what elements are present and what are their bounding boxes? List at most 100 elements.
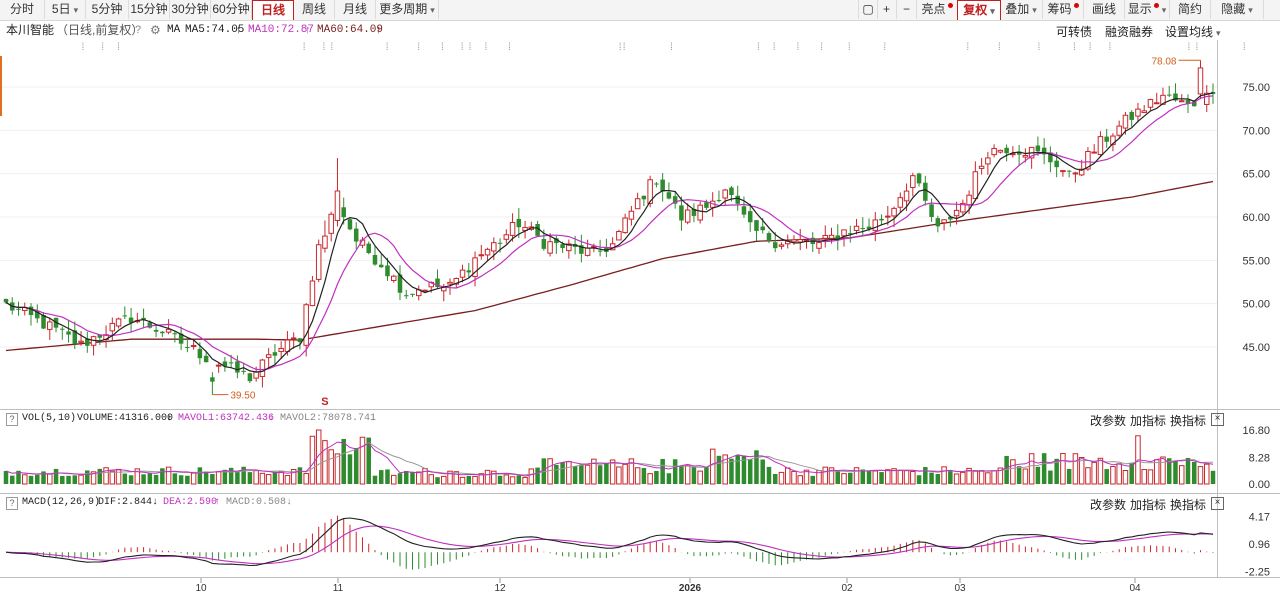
- candle-body: [303, 304, 309, 346]
- candle-body: [497, 242, 503, 244]
- date-tick-label: 11: [333, 583, 344, 594]
- volume-bar: [1035, 466, 1041, 484]
- volume-bar: [190, 472, 197, 485]
- date-tick-label: 02: [841, 583, 853, 594]
- volume-bar: [835, 471, 841, 484]
- volume-value: VOLUME:41316.000: [77, 413, 174, 424]
- candle-body: [1060, 170, 1066, 173]
- volume-bar: [985, 472, 991, 485]
- candle-body: [997, 149, 1004, 153]
- volume-bar: [122, 473, 128, 484]
- volume-bar: [866, 470, 872, 484]
- volume-bar: [584, 464, 591, 485]
- volume-bar: [604, 462, 609, 484]
- event-marker: ⁞: [386, 42, 389, 53]
- volume-bar: [1147, 469, 1154, 485]
- candle-body: [697, 204, 703, 221]
- arrow-down-icon: ↓: [268, 413, 275, 424]
- candle-body: [153, 329, 159, 332]
- candle-body: [66, 331, 71, 335]
- candle-body: [704, 202, 709, 208]
- vol-add-indicator-button[interactable]: 加指标: [1130, 412, 1166, 429]
- volume-bar: [522, 476, 528, 485]
- high-label: 78.08: [1151, 56, 1176, 67]
- help-icon[interactable]: ?: [6, 413, 18, 426]
- event-marker: ⁞: [469, 42, 472, 53]
- candle-body: [872, 219, 879, 231]
- candle-body: [841, 229, 847, 237]
- candle-body: [235, 361, 240, 373]
- volume-bar: [353, 447, 359, 484]
- event-marker: ⁞: [848, 42, 851, 53]
- candle-body: [891, 207, 897, 217]
- volume-bar: [109, 470, 116, 485]
- macd-add-indicator-button[interactable]: 加指标: [1130, 496, 1166, 513]
- volume-bar: [960, 471, 966, 485]
- candle-body: [666, 192, 672, 199]
- volume-bar: [115, 468, 122, 485]
- volume-bar: [509, 476, 516, 485]
- candle-body: [903, 190, 910, 202]
- candle-body: [885, 215, 891, 218]
- candle-body: [241, 370, 246, 372]
- date-tick-label: 10: [195, 583, 207, 594]
- vol-close-icon[interactable]: ×: [1211, 413, 1224, 426]
- candle-body: [797, 239, 803, 243]
- event-marker: ⁞: [1073, 42, 1076, 53]
- volume-bar: [848, 472, 853, 484]
- volume-bar: [28, 475, 34, 484]
- volume-bar: [772, 473, 778, 484]
- event-marker: ⁞: [441, 42, 444, 53]
- volume-bar: [572, 466, 578, 484]
- candle-body: [16, 308, 21, 310]
- price-tick-label: 55.00: [1242, 255, 1270, 267]
- volume-bar: [672, 459, 678, 484]
- volume-bar: [385, 469, 390, 484]
- event-marker: ⁞: [1037, 42, 1040, 53]
- macd-params-button[interactable]: 改参数: [1090, 496, 1126, 513]
- arrow-down-icon: ↓: [370, 413, 377, 424]
- event-marker: ⁞: [117, 42, 120, 53]
- macd-close-icon[interactable]: ×: [1211, 497, 1224, 510]
- event-marker: ⁞: [757, 42, 760, 53]
- vol-tick-label: 8.28: [1249, 452, 1270, 464]
- vol-swap-indicator-button[interactable]: 换指标: [1170, 412, 1206, 429]
- volume-bar: [372, 475, 378, 484]
- volume-bar: [666, 473, 672, 484]
- macd-value: MACD:0.508: [226, 497, 287, 508]
- candle-body: [929, 204, 934, 217]
- candle-body: [791, 239, 797, 243]
- volume-bar: [78, 474, 84, 485]
- volume-bar: [334, 453, 341, 485]
- candle-body: [78, 340, 84, 343]
- volume-bar: [579, 464, 584, 484]
- volume-bar: [1097, 457, 1104, 485]
- volume-bar: [691, 466, 697, 484]
- candle-body: [972, 171, 979, 200]
- volume-bar: [172, 473, 178, 484]
- volume-bar: [284, 475, 291, 485]
- volume-bar: [484, 469, 491, 485]
- volume-bar: [410, 471, 415, 484]
- candle-body: [215, 364, 222, 367]
- volume-bar: [178, 475, 184, 484]
- volume-bar: [797, 475, 803, 485]
- vol-title: VOL(5,10): [22, 413, 77, 424]
- volume-bar: [872, 470, 879, 485]
- candle-body: [1135, 108, 1141, 117]
- candle-body: [341, 207, 346, 218]
- candle-body: [390, 275, 397, 281]
- vol-tick-label: 16.80: [1242, 425, 1270, 437]
- macd-swap-indicator-button[interactable]: 换指标: [1170, 496, 1206, 513]
- candle-body: [860, 228, 866, 230]
- event-marker: ⁞: [623, 42, 626, 53]
- volume-bar: [547, 458, 553, 485]
- candle-body: [1141, 110, 1147, 114]
- vol-params-button[interactable]: 改参数: [1090, 412, 1126, 429]
- candle-body: [560, 244, 565, 249]
- candle-body: [503, 234, 510, 240]
- candle-body: [210, 377, 215, 382]
- help-icon[interactable]: ?: [6, 497, 18, 510]
- volume-bar: [716, 455, 722, 484]
- price-tick-label: 50.00: [1242, 299, 1270, 311]
